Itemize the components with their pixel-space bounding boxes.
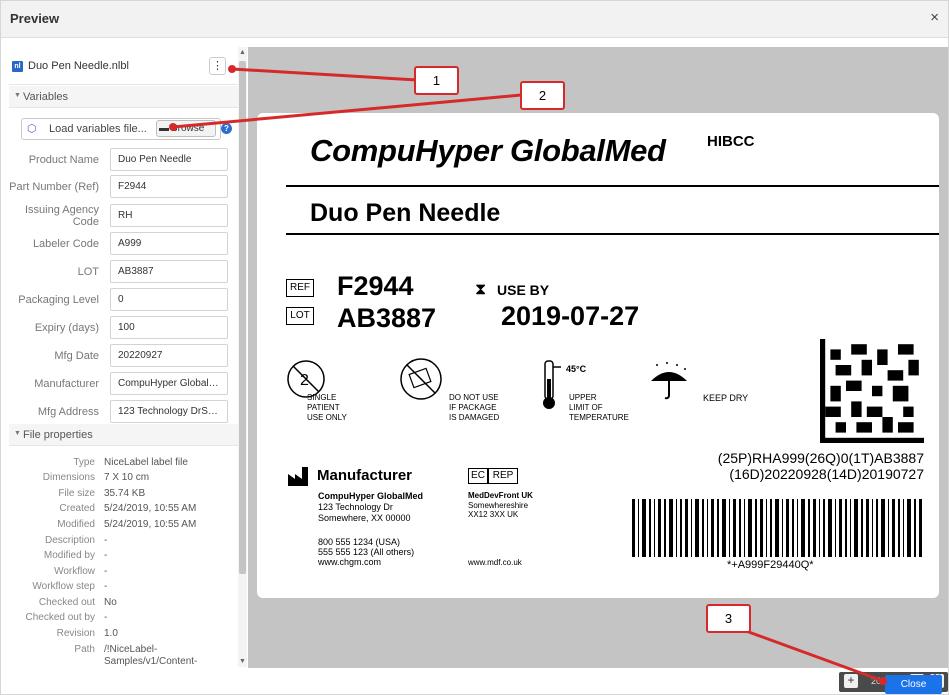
callout-3: 3: [706, 604, 751, 633]
callout-2: 2: [520, 81, 565, 110]
preview-dialog: Preview × nl Duo Pen Needle.nlbl ⋮ ▼ Var…: [0, 0, 949, 695]
callout-arrows: [169, 65, 887, 685]
callout-1: 1: [414, 66, 459, 95]
